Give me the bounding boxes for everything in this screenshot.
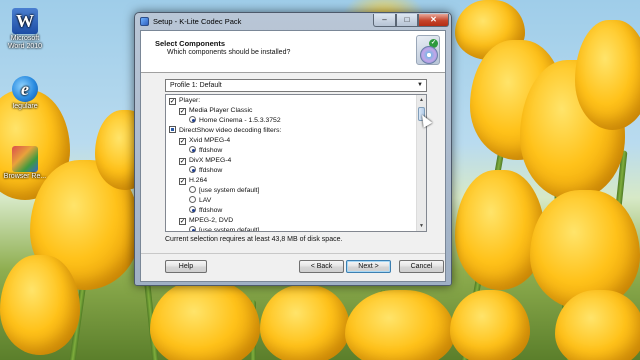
page-title: Select Components <box>155 39 226 48</box>
profile-dropdown[interactable]: Profile 1: Default ▼ <box>165 79 427 92</box>
component-checkbox-row[interactable]: ✓ MPEG-2, DVD <box>179 216 233 226</box>
component-label: Xvid MPEG-4 <box>189 137 231 144</box>
back-button[interactable]: < Back <box>299 260 344 273</box>
desktop-icon-browser[interactable]: Browser Re... <box>2 146 48 181</box>
setup-window: Setup - K-Lite Codec Pack – □ ✕ Select C… <box>134 12 452 286</box>
cancel-button[interactable]: Cancel <box>399 260 444 273</box>
component-label: Player: <box>179 97 201 104</box>
component-checkbox-row[interactable]: DirectShow video decoding filters: <box>169 126 281 136</box>
component-label: MPEG-2, DVD <box>189 217 234 224</box>
page-subtitle: Which components should be installed? <box>167 49 291 56</box>
checkbox[interactable]: ✓ <box>179 178 186 185</box>
help-button[interactable]: Help <box>165 260 207 273</box>
codec-pack-logo-icon: ✓ <box>416 35 440 65</box>
component-label: DivX MPEG-4 <box>189 157 232 164</box>
window-titlebar[interactable]: Setup - K-Lite Codec Pack – □ ✕ <box>135 13 451 30</box>
disc-icon <box>420 46 438 64</box>
component-checkbox-row[interactable]: ✓ Player: <box>169 96 200 106</box>
component-label: Home Cinema - 1.5.3.3752 <box>199 117 281 124</box>
component-label: H.264 <box>189 177 208 184</box>
radio-button[interactable] <box>189 196 196 203</box>
component-label: [use system default] <box>199 227 260 232</box>
component-label: ffdshow <box>199 207 223 214</box>
desktop-icon-label: Iegulare <box>12 103 38 110</box>
disk-space-info: Current selection requires at least 43,8… <box>165 236 343 243</box>
radio-button[interactable] <box>189 206 196 213</box>
component-label: ffdshow <box>199 167 223 174</box>
chevron-down-icon[interactable]: ▼ <box>415 81 425 90</box>
window-title: Setup - K-Lite Codec Pack <box>153 17 242 26</box>
setup-app-icon <box>140 17 149 26</box>
component-label: LAV <box>199 197 212 204</box>
component-label: Media Player Classic <box>189 107 253 114</box>
radio-button[interactable] <box>189 226 196 231</box>
scroll-up-arrow-icon[interactable]: ▲ <box>417 95 426 105</box>
component-option[interactable]: ffdshow <box>189 166 222 176</box>
component-label: [use system default] <box>199 187 260 194</box>
profile-selected-value: Profile 1: Default <box>170 82 222 89</box>
component-checkbox-row[interactable]: ✓ DivX MPEG-4 <box>179 156 231 166</box>
radio-button[interactable] <box>189 166 196 173</box>
close-button[interactable]: ✕ <box>418 14 449 27</box>
radio-button[interactable] <box>189 186 196 193</box>
component-option[interactable]: [use system default] <box>189 186 259 196</box>
component-checkbox-row[interactable]: ✓ H.264 <box>179 176 207 186</box>
component-checkbox-row[interactable]: ✓ Media Player Classic <box>179 106 252 116</box>
checkbox[interactable] <box>169 126 176 133</box>
component-label: ffdshow <box>199 147 223 154</box>
checkbox[interactable]: ✓ <box>179 218 186 225</box>
next-button[interactable]: Next > <box>346 260 391 273</box>
word-icon: W <box>12 8 38 34</box>
maximize-button[interactable]: □ <box>396 14 418 27</box>
scroll-down-arrow-icon[interactable]: ▼ <box>417 221 426 231</box>
component-option[interactable]: ffdshow <box>189 206 222 216</box>
internet-explorer-icon: e <box>12 76 38 102</box>
wizard-header: Select Components Which components shoul… <box>141 31 445 73</box>
desktop-icon-label: Browser Re... <box>3 173 47 180</box>
radio-button[interactable] <box>189 116 196 123</box>
checkbox[interactable]: ✓ <box>179 138 186 145</box>
checkbox[interactable]: ✓ <box>179 158 186 165</box>
minimize-button[interactable]: – <box>373 14 396 27</box>
browser-reset-icon <box>12 146 38 172</box>
wizard-body: Select Components Which components shoul… <box>140 30 446 282</box>
desktop-icon-label: Microsoft Word 2010 <box>7 35 43 50</box>
component-option[interactable]: Home Cinema - 1.5.3.3752 <box>189 116 281 126</box>
checkbox[interactable]: ✓ <box>169 98 176 105</box>
radio-button[interactable] <box>189 146 196 153</box>
component-checkbox-row[interactable]: ✓ Xvid MPEG-4 <box>179 136 230 146</box>
component-option[interactable]: ffdshow <box>189 146 222 156</box>
button-divider <box>141 253 445 254</box>
components-tree[interactable]: ✓ Player: ✓ Media Player Classic Home Cinema… <box>165 94 427 232</box>
desktop-icon-word[interactable]: W Microsoft Word 2010 <box>2 8 48 51</box>
component-option[interactable]: LAV <box>189 196 211 206</box>
component-option[interactable]: [use system default] <box>189 226 260 232</box>
checkbox[interactable]: ✓ <box>179 108 186 115</box>
desktop-icon-ie[interactable]: e Iegulare <box>2 76 48 111</box>
component-label: DirectShow video decoding filters: <box>179 127 282 134</box>
